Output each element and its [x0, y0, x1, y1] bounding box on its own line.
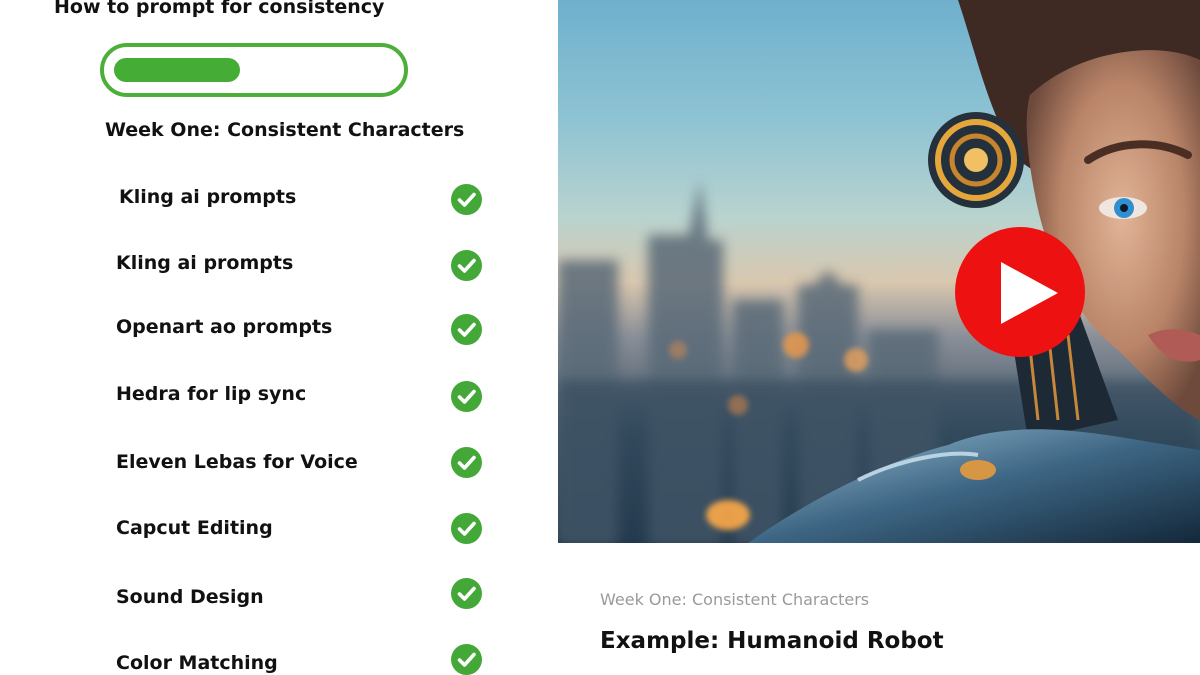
lesson-label: Kling ai prompts — [119, 186, 297, 208]
lesson-item[interactable]: Sound Design — [0, 578, 540, 620]
check-circle-icon — [451, 644, 482, 675]
check-circle-icon — [451, 314, 482, 345]
lesson-item[interactable]: Color Matching — [0, 644, 540, 675]
check-circle-icon — [451, 513, 482, 544]
course-page: How to prompt for consistency Week One: … — [0, 0, 1200, 675]
check-circle-icon — [451, 578, 482, 609]
lesson-item[interactable]: Hedra for lip sync — [0, 377, 540, 417]
check-circle-icon — [451, 381, 482, 412]
video-subtitle: Week One: Consistent Characters — [600, 590, 870, 609]
week-heading[interactable]: Week One: Consistent Characters — [105, 119, 464, 141]
lesson-item[interactable]: Eleven Lebas for Voice — [0, 445, 540, 485]
video-title: Example: Humanoid Robot — [600, 628, 944, 654]
course-title: How to prompt for consistency — [54, 0, 385, 18]
video-thumbnail — [558, 0, 1200, 543]
lesson-label: Color Matching — [116, 652, 278, 674]
lesson-label: Openart ao prompts — [116, 316, 333, 338]
lesson-item[interactable]: Kling ai prompts — [0, 246, 540, 286]
lesson-item[interactable]: Kling ai prompts — [0, 180, 540, 220]
lesson-item[interactable]: Capcut Editing — [0, 511, 540, 551]
check-circle-icon — [451, 250, 482, 281]
check-circle-icon — [451, 447, 482, 478]
play-icon — [1001, 262, 1058, 324]
course-progress-bar — [100, 43, 408, 97]
lesson-label: Eleven Lebas for Voice — [116, 451, 358, 473]
progress-fill — [114, 58, 240, 82]
video-player[interactable] — [558, 0, 1200, 543]
play-button[interactable] — [955, 227, 1085, 357]
check-circle-icon — [451, 184, 482, 215]
lesson-label: Hedra for lip sync — [116, 383, 307, 405]
lesson-label: Sound Design — [116, 586, 264, 608]
lesson-label: Kling ai prompts — [116, 252, 294, 274]
lesson-label: Capcut Editing — [116, 517, 273, 539]
lesson-item[interactable]: Openart ao prompts — [0, 310, 540, 350]
